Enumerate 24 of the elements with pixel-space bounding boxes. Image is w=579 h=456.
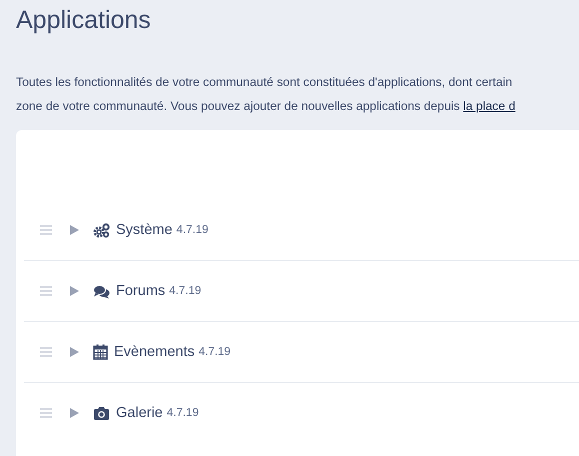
app-name: Galerie (116, 405, 163, 421)
expand-arrow-icon[interactable] (70, 408, 79, 418)
drag-handle-icon[interactable] (40, 408, 52, 418)
drag-handle-icon[interactable] (40, 225, 52, 235)
camera-icon (93, 406, 110, 420)
expand-arrow-icon[interactable] (70, 225, 79, 235)
app-version: 4.7.19 (176, 224, 208, 236)
drag-handle-icon[interactable] (40, 286, 52, 296)
gears-icon (93, 222, 110, 238)
app-version: 4.7.19 (198, 346, 231, 358)
intro-text: Toutes les fonctionnalités de votre communauté sont constituées d'applications, dont certain (16, 74, 512, 91)
app-name: Forums (116, 283, 166, 299)
calendar-icon (93, 344, 108, 360)
expand-arrow-icon[interactable] (70, 286, 79, 296)
chat-bubbles-icon (93, 284, 110, 298)
app-version: 4.7.19 (166, 407, 199, 419)
drag-handle-icon[interactable] (40, 347, 52, 357)
app-name: Système (116, 222, 172, 238)
app-version: 4.7.19 (169, 285, 202, 297)
expand-arrow-icon[interactable] (70, 347, 79, 357)
intro-text: zone de votre communauté. Vous pouvez ajouter de nouvelles applications depuis la place d (16, 98, 516, 115)
app-name: Evènements (114, 344, 195, 360)
marketplace-link[interactable]: la place d (463, 99, 516, 113)
page-title: Applications (16, 6, 151, 36)
